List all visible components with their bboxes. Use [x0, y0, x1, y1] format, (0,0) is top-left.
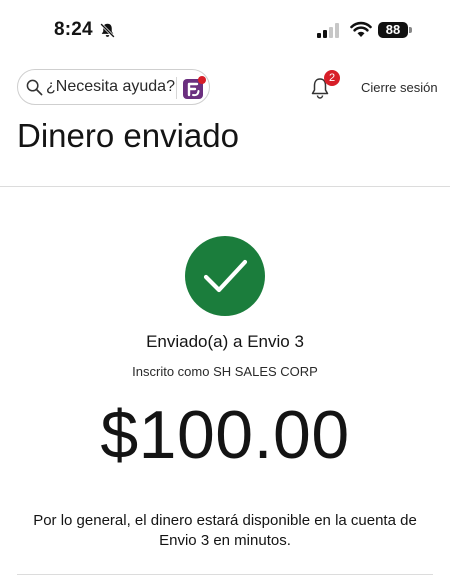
- bell-slash-icon: [100, 23, 115, 38]
- logout-link[interactable]: Cierre sesión: [361, 80, 438, 95]
- sent-to-text: Enviado(a) a Envio 3: [146, 332, 304, 351]
- help-search-box[interactable]: ¿Necesita ayuda?: [17, 69, 210, 105]
- content-divider: [17, 574, 433, 575]
- page-title: Dinero enviado: [17, 117, 239, 154]
- battery-icon: 88: [378, 22, 408, 38]
- enrolled-as-text: Inscrito como SH SALES CORP: [132, 364, 318, 379]
- amount-sent: $100.00: [100, 397, 350, 473]
- status-time: 8:24: [54, 19, 93, 40]
- assistant-icon[interactable]: [181, 75, 207, 101]
- search-icon: [26, 79, 43, 96]
- header-divider: [0, 186, 450, 187]
- wifi-icon: [350, 21, 372, 37]
- search-placeholder: ¿Necesita ayuda?: [46, 78, 175, 95]
- status-bar: 8:24 88: [0, 0, 450, 60]
- notification-count-badge[interactable]: 2: [324, 70, 340, 86]
- search-divider: [176, 77, 177, 99]
- availability-note: Por lo general, el dinero estará disponi…: [33, 512, 417, 549]
- signal-icon: [317, 23, 339, 38]
- battery-tip: [409, 27, 412, 33]
- checkmark-icon: [185, 236, 265, 316]
